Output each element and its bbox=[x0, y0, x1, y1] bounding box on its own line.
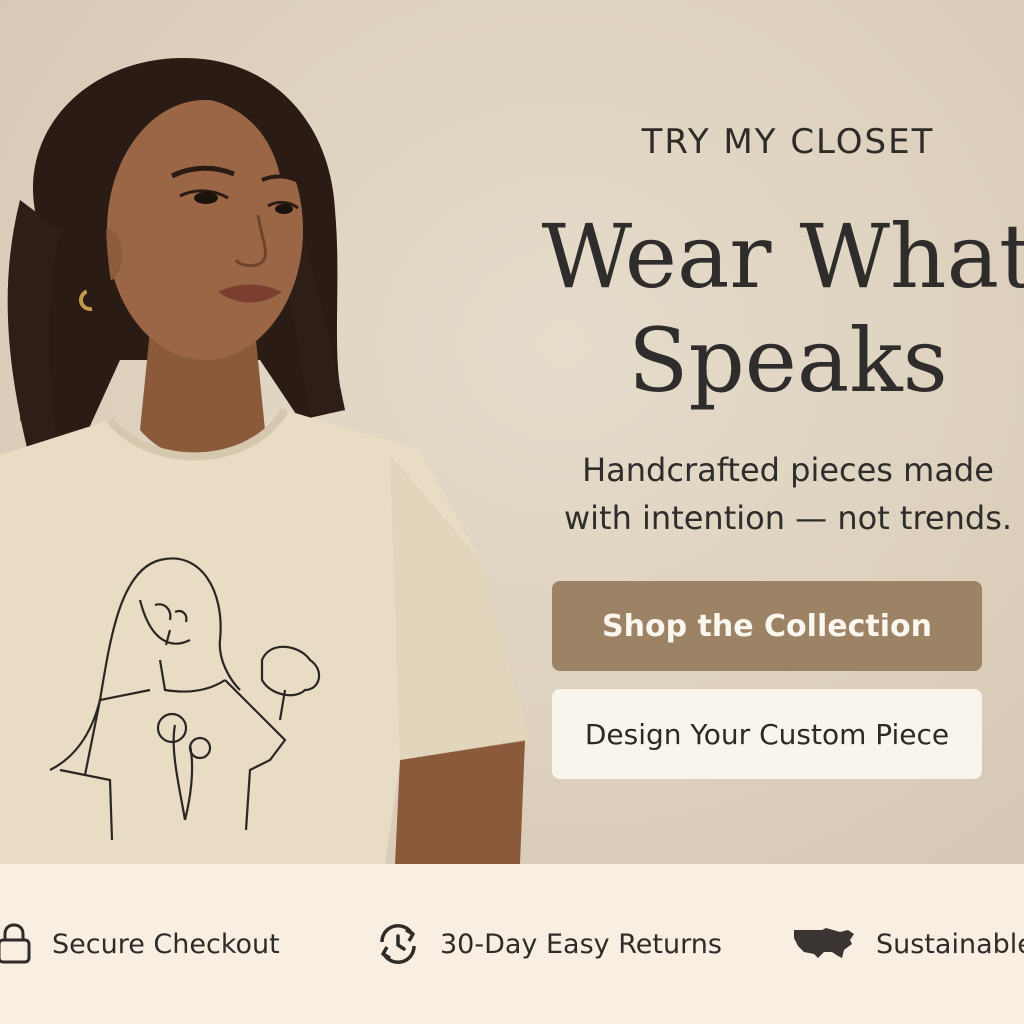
hero-title: Wear What Speaks bbox=[500, 205, 1024, 413]
trust-item-secure-checkout: Secure Checkout bbox=[0, 864, 280, 1024]
hero-subtitle: Handcrafted pieces made with intention —… bbox=[500, 446, 1024, 542]
usa-map-icon bbox=[794, 928, 854, 958]
shop-collection-button[interactable]: Shop the Collection bbox=[552, 581, 982, 671]
trust-bar: Secure Checkout 30-Day Easy Returns Sust… bbox=[0, 864, 1024, 1024]
model-photo bbox=[0, 57, 530, 864]
hero-subtitle-line-1: Handcrafted pieces made bbox=[582, 451, 994, 489]
design-custom-piece-button[interactable]: Design Your Custom Piece bbox=[552, 689, 982, 779]
trust-item-returns: 30-Day Easy Returns bbox=[374, 864, 722, 1024]
brand-eyebrow: TRY MY CLOSET bbox=[641, 122, 935, 162]
trust-label: Sustainable bbox=[876, 928, 1024, 960]
hero-title-line-2: Speaks bbox=[628, 309, 948, 412]
trust-item-sustainable: Sustainable bbox=[792, 864, 1024, 1024]
hero-title-line-1: Wear What bbox=[541, 205, 1024, 308]
lock-icon bbox=[0, 923, 31, 964]
trust-label: 30-Day Easy Returns bbox=[440, 928, 722, 960]
hero-subtitle-line-2: with intention — not trends. bbox=[563, 499, 1013, 537]
hero-banner: TRY MY CLOSET Wear What Speaks Handcraft… bbox=[0, 0, 1024, 864]
trust-label: Secure Checkout bbox=[52, 928, 280, 960]
landing-page: TRY MY CLOSET Wear What Speaks Handcraft… bbox=[0, 0, 1024, 1024]
returns-clock-icon bbox=[380, 924, 416, 964]
